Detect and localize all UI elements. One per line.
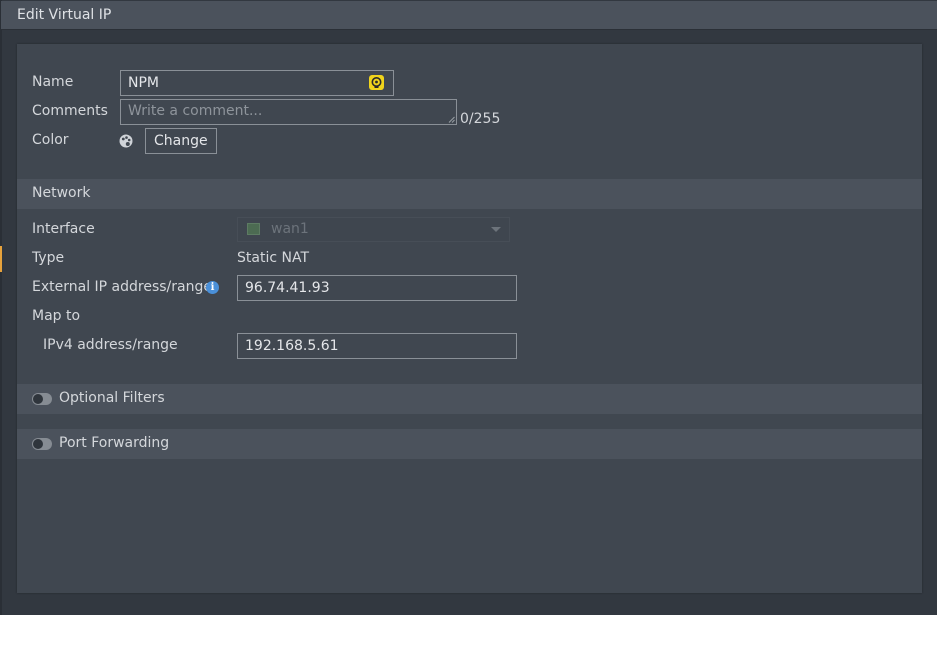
color-label: Color (32, 132, 69, 148)
port-forwarding-section: Port Forwarding (17, 429, 922, 459)
comments-placeholder: Write a comment... (128, 103, 263, 119)
comment-char-counter: 0/255 (460, 111, 501, 127)
port-forwarding-label: Port Forwarding (59, 435, 170, 451)
interface-select[interactable]: wan1 (237, 217, 510, 242)
ipv4-label: IPv4 address/range (43, 337, 178, 353)
edit-virtual-ip-window: Edit Virtual IP Name Comments Write a co… (0, 0, 937, 615)
name-input[interactable] (120, 70, 394, 96)
info-icon[interactable]: i (206, 281, 219, 294)
page-title: Edit Virtual IP (17, 7, 112, 23)
type-label: Type (32, 250, 65, 266)
network-section-header: Network (17, 179, 922, 209)
optional-filters-label: Optional Filters (59, 390, 165, 406)
address-object-icon[interactable] (369, 75, 384, 90)
optional-filters-toggle[interactable] (32, 393, 52, 405)
chevron-down-icon (491, 227, 501, 232)
type-value: Static NAT (237, 250, 309, 266)
interface-label: Interface (32, 221, 95, 237)
toggle-knob (33, 439, 43, 449)
name-label: Name (32, 74, 74, 90)
network-section-title: Network (32, 185, 91, 201)
palette-icon (119, 134, 133, 148)
map-to-label: Map to (32, 308, 81, 324)
ipv4-input[interactable] (237, 333, 517, 359)
optional-filters-section: Optional Filters (17, 384, 922, 414)
external-ip-label: External IP address/range (32, 279, 212, 295)
window-left-edge (0, 0, 2, 615)
external-ip-input[interactable] (237, 275, 517, 301)
resize-grip-icon[interactable] (448, 116, 455, 123)
interface-select-value: wan1 (271, 221, 309, 237)
title-bar: Edit Virtual IP (1, 1, 937, 30)
toggle-knob (33, 394, 43, 404)
port-forwarding-toggle[interactable] (32, 438, 52, 450)
comments-textarea[interactable]: Write a comment... (120, 99, 457, 125)
interface-port-icon (247, 223, 260, 235)
change-color-button[interactable]: Change (145, 128, 217, 154)
comments-label: Comments (32, 103, 108, 119)
active-nav-marker (0, 246, 2, 272)
